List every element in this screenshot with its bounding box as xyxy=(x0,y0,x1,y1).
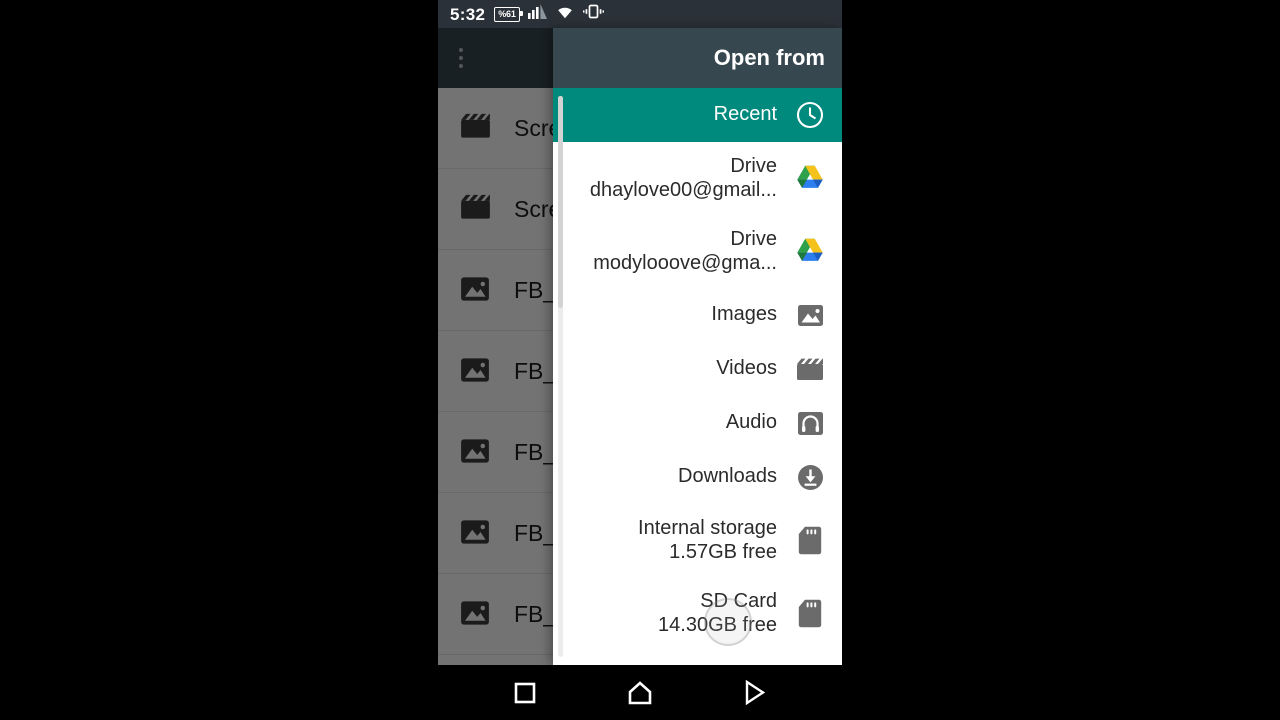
drawer-body: Recent Drive dhaylove00@gmail... Drive modyl… xyxy=(553,88,842,665)
image-icon xyxy=(460,274,492,306)
drawer-item-drive[interactable]: Drive dhaylove00@gmail... xyxy=(553,142,842,215)
drawer-item-sublabel: modylooove@gma... xyxy=(593,251,777,274)
system-navigation-bar xyxy=(438,665,842,720)
video-clapper-icon xyxy=(460,112,492,144)
back-button[interactable] xyxy=(732,670,778,716)
drawer-item-sublabel: 14.30GB free xyxy=(658,613,777,636)
drawer-item-sd-card[interactable]: SD Card 14.30GB free xyxy=(553,577,842,650)
image-icon xyxy=(795,300,825,330)
drawer-item-list: Recent Drive dhaylove00@gmail... Drive modyl… xyxy=(553,88,842,650)
drawer-item-images[interactable]: Images xyxy=(553,288,842,342)
drawer-item-label: Audio xyxy=(725,411,777,434)
play-triangle-icon xyxy=(745,680,765,705)
video-clapper-icon xyxy=(460,193,492,225)
drawer-item-text: Downloads xyxy=(678,465,777,489)
drawer-item-label: Videos xyxy=(716,357,777,380)
image-icon xyxy=(460,598,492,630)
headphones-icon xyxy=(795,408,825,438)
google-drive-icon xyxy=(795,237,825,267)
drawer-item-internal-storage[interactable]: Internal storage 1.57GB free xyxy=(553,504,842,577)
status-bar: 5:32 %61 xyxy=(438,0,842,28)
drawer-item-text: Images xyxy=(711,303,777,327)
drawer-item-downloads[interactable]: Downloads xyxy=(553,450,842,504)
download-circle-icon xyxy=(795,462,825,492)
image-icon xyxy=(460,517,492,549)
video-clapper-icon xyxy=(795,354,825,384)
drawer-item-sublabel: dhaylove00@gmail... xyxy=(589,178,777,201)
drawer-item-text: Recent xyxy=(714,103,777,127)
drawer-item-videos[interactable]: Videos xyxy=(553,342,842,396)
image-icon xyxy=(460,355,492,387)
drawer-item-label: Images xyxy=(711,303,777,326)
drawer-item-text: Videos xyxy=(716,357,777,381)
drawer-item-label: Internal storage xyxy=(638,516,777,539)
drawer-item-text: SD Card 14.30GB free xyxy=(658,590,777,637)
square-icon xyxy=(515,682,536,703)
phone-viewport: Scree Scree FB_IM FB_IM FB_IM FB_IM FB_IM 5:32… xyxy=(438,0,842,720)
drawer-item-text: Internal storage 1.57GB free xyxy=(638,517,777,564)
drawer-item-label: Downloads xyxy=(678,465,777,488)
vibrate-icon xyxy=(582,4,604,24)
drawer-item-label: SD Card xyxy=(700,589,777,612)
battery-percent-label: %61 xyxy=(498,8,516,19)
page-title: Open from xyxy=(713,45,825,70)
battery-icon: %61 xyxy=(494,6,524,22)
sd-card-icon xyxy=(795,599,825,629)
google-drive-icon xyxy=(795,164,825,194)
sd-card-icon xyxy=(795,526,825,556)
drawer-item-audio[interactable]: Audio xyxy=(553,396,842,450)
drawer-header: Open from xyxy=(553,28,842,88)
recents-button[interactable] xyxy=(502,670,548,716)
drawer-item-label: Drive xyxy=(730,154,777,177)
status-time: 5:32 xyxy=(450,4,486,24)
drawer-item-recent[interactable]: Recent xyxy=(553,88,842,142)
clock-icon xyxy=(795,100,825,130)
overflow-menu-icon[interactable] xyxy=(458,48,463,68)
drawer-item-text: Drive dhaylove00@gmail... xyxy=(590,155,777,202)
screen: Scree Scree FB_IM FB_IM FB_IM FB_IM FB_IM 5:32… xyxy=(0,0,1280,720)
home-button[interactable] xyxy=(617,670,663,716)
drawer-item-label: Recent xyxy=(713,103,777,126)
open-from-drawer: Open from Recent Drive dhaylove00@gmail...… xyxy=(553,28,842,665)
image-icon xyxy=(460,436,492,468)
status-icons: %61 xyxy=(494,4,604,24)
drawer-item-drive[interactable]: Drive modylooove@gma... xyxy=(553,215,842,288)
drawer-item-text: Drive modylooove@gma... xyxy=(593,228,777,275)
wifi-icon xyxy=(555,4,575,24)
drawer-item-text: Audio xyxy=(726,411,777,435)
drawer-scrollbar-thumb[interactable] xyxy=(558,96,563,308)
home-icon xyxy=(628,680,652,704)
signal-bars-icon xyxy=(527,4,547,24)
drawer-item-label: Drive xyxy=(730,227,777,250)
drawer-item-sublabel: 1.57GB free xyxy=(669,540,777,563)
